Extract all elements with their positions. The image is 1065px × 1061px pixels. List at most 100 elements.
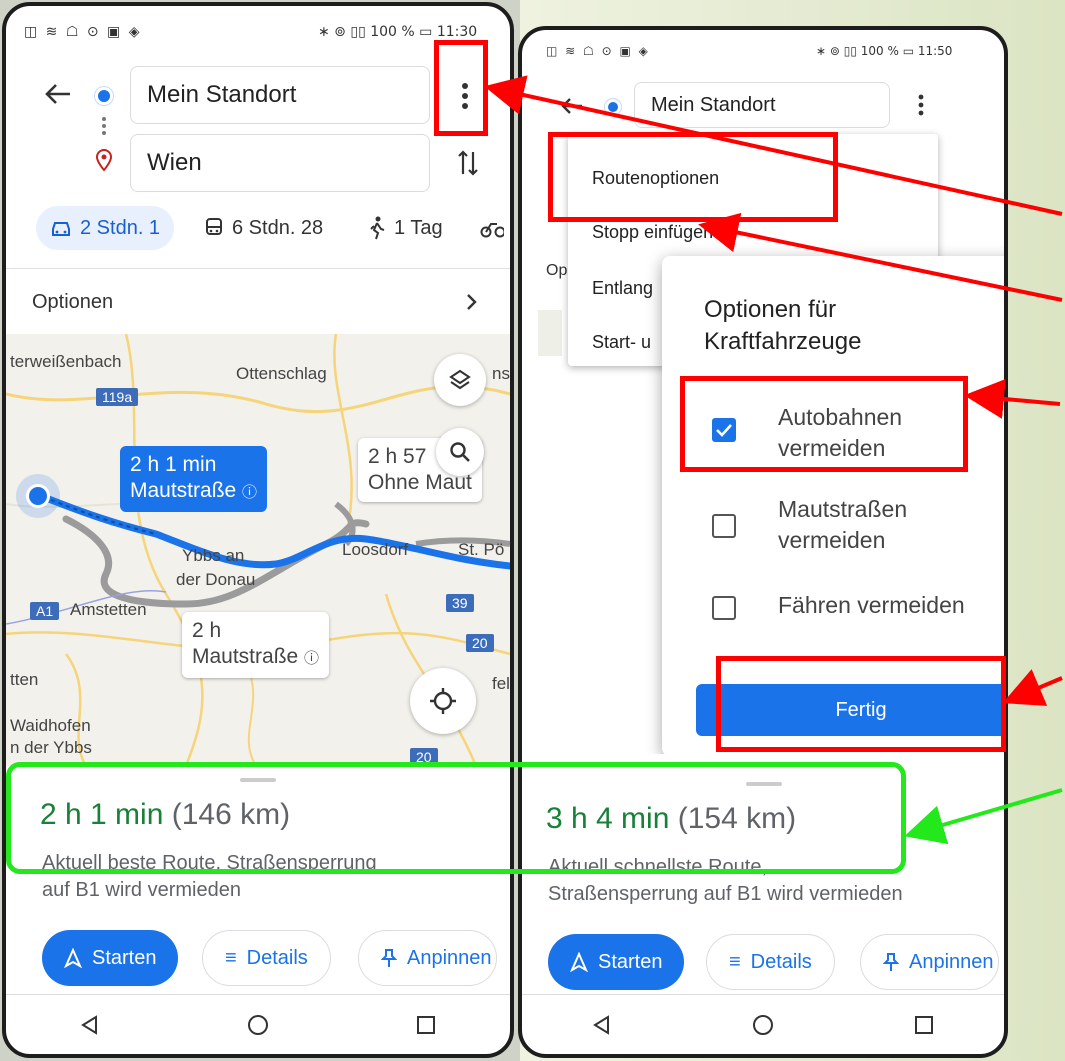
back-nav-icon[interactable] bbox=[79, 1014, 101, 1036]
map-label: ns bbox=[492, 364, 510, 383]
destination-input[interactable]: Wien bbox=[130, 134, 430, 192]
layers-button[interactable] bbox=[434, 354, 486, 406]
pin-button[interactable]: Anpinnen bbox=[358, 930, 497, 986]
more-options-icon[interactable] bbox=[918, 94, 924, 121]
navigate-icon bbox=[570, 952, 588, 972]
map-label: tten bbox=[10, 670, 39, 689]
search-along-route-button[interactable] bbox=[436, 428, 484, 476]
highlight-route-options bbox=[548, 132, 838, 222]
map-fragment bbox=[538, 310, 562, 356]
recents-nav-icon[interactable] bbox=[415, 1014, 437, 1036]
chevron-right-icon bbox=[467, 294, 477, 310]
status-icons: ◫ ≋ ☖ ⊙ ▣ ◈ bbox=[546, 44, 650, 58]
my-location-icon bbox=[26, 484, 50, 508]
road-shield: 39 bbox=[446, 594, 474, 612]
back-nav-icon[interactable] bbox=[591, 1014, 613, 1036]
avoid-tolls-checkbox[interactable] bbox=[712, 514, 736, 538]
route-bubble-note: Mautstraße bbox=[130, 479, 237, 502]
dialog-title-line: Kraftfahrzeuge bbox=[704, 328, 862, 355]
route-bubble-main[interactable]: 2 h 1 min Mautstraße ⓘ bbox=[120, 446, 268, 512]
road-shield: 119a bbox=[96, 388, 139, 406]
android-navbar bbox=[522, 1000, 1004, 1050]
origin-input[interactable]: Mein Standort bbox=[130, 66, 430, 124]
details-label: Details bbox=[246, 946, 308, 969]
destination-pin-icon bbox=[94, 148, 114, 177]
mode-transit-label: 6 Stdn. 28 bbox=[232, 216, 324, 239]
home-nav-icon[interactable] bbox=[246, 1013, 270, 1037]
avoid-ferries-checkbox[interactable] bbox=[712, 596, 736, 620]
highlight-done-button bbox=[716, 656, 1006, 752]
transit-icon bbox=[206, 218, 222, 235]
details-label: Details bbox=[750, 950, 812, 973]
destination-text: Wien bbox=[147, 149, 202, 176]
recents-nav-icon[interactable] bbox=[913, 1014, 935, 1036]
avoid-tolls-label[interactable]: Mautstraßen vermeiden bbox=[778, 494, 907, 556]
status-right: ∗ ⊚ ▯▯ 100 % ▭ 11:30 bbox=[318, 24, 478, 40]
pin-label: Anpinnen bbox=[909, 950, 994, 973]
avoid-ferries-label[interactable]: Fähren vermeiden bbox=[778, 590, 965, 621]
swap-icon[interactable] bbox=[457, 148, 479, 183]
start-label: Starten bbox=[92, 946, 157, 969]
details-button[interactable]: ≡ Details bbox=[706, 934, 835, 990]
pin-icon bbox=[381, 949, 397, 967]
phone-left: ◫ ≋ ☖ ⊙ ▣ ◈ ∗ ⊚ ▯▯ 100 % ▭ 11:30 Mein St… bbox=[2, 2, 514, 1058]
map-label: terweißenbach bbox=[10, 352, 122, 371]
map-label: Loosdorf bbox=[342, 540, 409, 559]
origin-text: Mein Standort bbox=[651, 93, 776, 116]
highlight-route-summary bbox=[6, 762, 906, 874]
pin-button[interactable]: Anpinnen bbox=[860, 934, 999, 990]
route-bubble-alt2[interactable]: 2 h Mautstraße ⓘ bbox=[182, 612, 330, 678]
map-label: der Donau bbox=[176, 570, 256, 589]
details-button[interactable]: ≡ Details bbox=[202, 930, 331, 986]
home-nav-icon[interactable] bbox=[751, 1013, 775, 1037]
mode-walk-chip[interactable]: 1 Tag bbox=[354, 206, 457, 250]
highlight-more-options bbox=[434, 40, 488, 136]
connector-dots-icon bbox=[102, 114, 106, 138]
menu-item-add-stop[interactable]: Stopp einfügen bbox=[592, 222, 713, 243]
car-icon bbox=[52, 222, 70, 236]
mode-walk-label: 1 Tag bbox=[394, 216, 443, 239]
divider bbox=[6, 994, 510, 995]
map-label: Amstetten bbox=[70, 600, 147, 619]
bike-icon[interactable] bbox=[480, 218, 506, 243]
search-icon bbox=[450, 442, 470, 462]
mode-car-chip[interactable]: 2 Stdn. 1 bbox=[36, 206, 175, 250]
pin-icon bbox=[883, 953, 899, 971]
route-map[interactable]: terweißenbach Ottenschlag Ybbs an der Do… bbox=[6, 334, 510, 766]
crosshair-icon bbox=[430, 688, 456, 714]
info-icon: ⓘ bbox=[242, 484, 258, 501]
options-label: Optionen bbox=[32, 291, 114, 313]
origin-text: Mein Standort bbox=[147, 81, 297, 108]
route-bubble-time: 2 h bbox=[192, 619, 222, 642]
back-arrow-icon[interactable] bbox=[560, 96, 584, 121]
route-bubble-note: Mautstraße bbox=[192, 645, 299, 668]
layers-icon bbox=[449, 369, 471, 390]
route-desc-line: Straßensperrung auf B1 wird vermieden bbox=[548, 883, 903, 905]
map-label: Ybbs an bbox=[182, 546, 245, 565]
android-navbar bbox=[6, 1000, 510, 1050]
recenter-button[interactable] bbox=[410, 668, 476, 734]
divider bbox=[522, 994, 1004, 995]
option-label-line: vermeiden bbox=[778, 527, 886, 553]
list-icon: ≡ bbox=[225, 946, 237, 969]
highlight-avoid-highways bbox=[680, 376, 968, 472]
start-button[interactable]: Starten bbox=[548, 934, 685, 990]
road-shield: A1 bbox=[30, 602, 60, 620]
route-bubble-time: 2 h 1 min bbox=[130, 453, 217, 476]
list-icon: ≡ bbox=[729, 950, 741, 973]
options-row[interactable]: Optionen bbox=[6, 269, 510, 333]
options-label-partial: Op bbox=[546, 262, 568, 279]
status-icons: ◫ ≋ ☖ ⊙ ▣ ◈ bbox=[24, 24, 142, 40]
start-button[interactable]: Starten bbox=[42, 930, 179, 986]
navigate-icon bbox=[64, 948, 82, 968]
mode-transit-chip[interactable]: 6 Stdn. 28 bbox=[190, 206, 337, 250]
origin-input[interactable]: Mein Standort bbox=[634, 82, 890, 128]
map-label: St. Pö bbox=[458, 540, 505, 559]
menu-item-along-route[interactable]: Entlang bbox=[592, 278, 653, 299]
road-shield: 20 bbox=[466, 634, 494, 652]
dialog-title: Optionen für Kraftfahrzeuge bbox=[704, 294, 861, 358]
route-desc-line: auf B1 wird vermieden bbox=[42, 879, 241, 901]
menu-item-start-end[interactable]: Start- u bbox=[592, 332, 651, 353]
dialog-title-line: Optionen für bbox=[704, 296, 837, 323]
back-arrow-icon[interactable] bbox=[44, 82, 72, 111]
